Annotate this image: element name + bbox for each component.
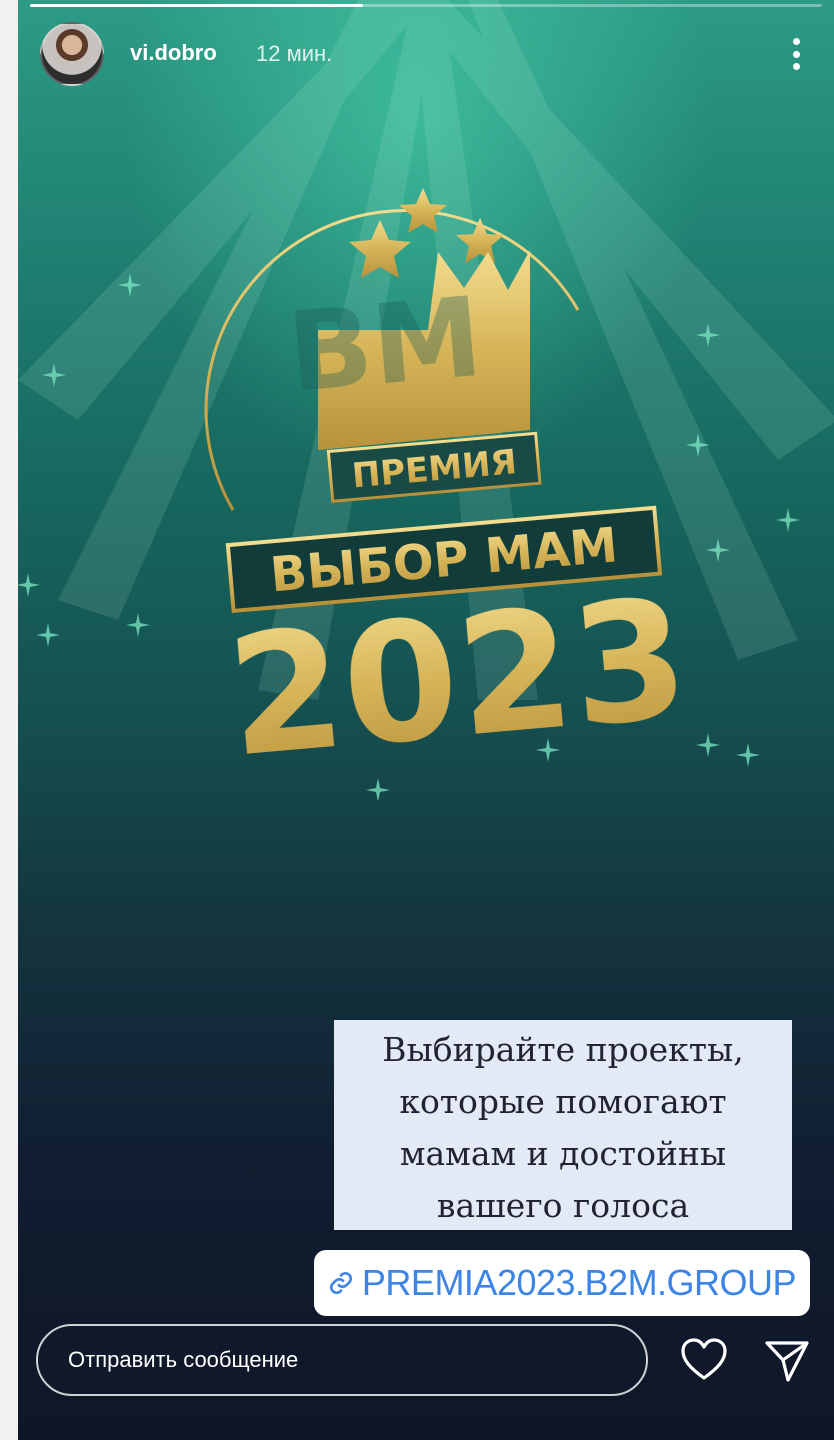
award-year: 2023: [221, 562, 695, 793]
caption-line: Выбирайте проекты,: [382, 1030, 744, 1069]
timestamp: 12 мин.: [256, 41, 333, 66]
link-sticker[interactable]: PREMIA2023.B2M.GROUP: [314, 1250, 810, 1316]
logo-letters: ВМ: [283, 273, 487, 417]
username[interactable]: vi.dobro: [130, 40, 217, 66]
send-message-input[interactable]: [36, 1324, 648, 1396]
avatar[interactable]: [40, 22, 104, 86]
story-progress-bar: [30, 4, 822, 7]
caption-sticker: Выбирайте проекты, которые помогают мама…: [334, 1020, 792, 1230]
link-icon: [329, 1271, 352, 1295]
caption-line: мамам и достойны: [399, 1134, 727, 1173]
award-artwork: ВМ ПРЕМИЯ ВЫБОР МАМ 2023: [18, 188, 800, 800]
story-viewer[interactable]: vi.dobro 12 мин. ВМ ПРЕМИЯ ВЫБОР МАМ 202…: [18, 0, 834, 1440]
heart-icon[interactable]: [680, 1338, 728, 1382]
link-text: PREMIA2023.B2M.GROUP: [361, 1262, 797, 1303]
more-vertical-icon[interactable]: [782, 34, 810, 74]
caption-line: которые помогают: [399, 1082, 727, 1121]
send-icon[interactable]: [764, 1338, 810, 1384]
story-progress-fill: [30, 4, 363, 7]
caption-line: вашего голоса: [436, 1186, 690, 1225]
